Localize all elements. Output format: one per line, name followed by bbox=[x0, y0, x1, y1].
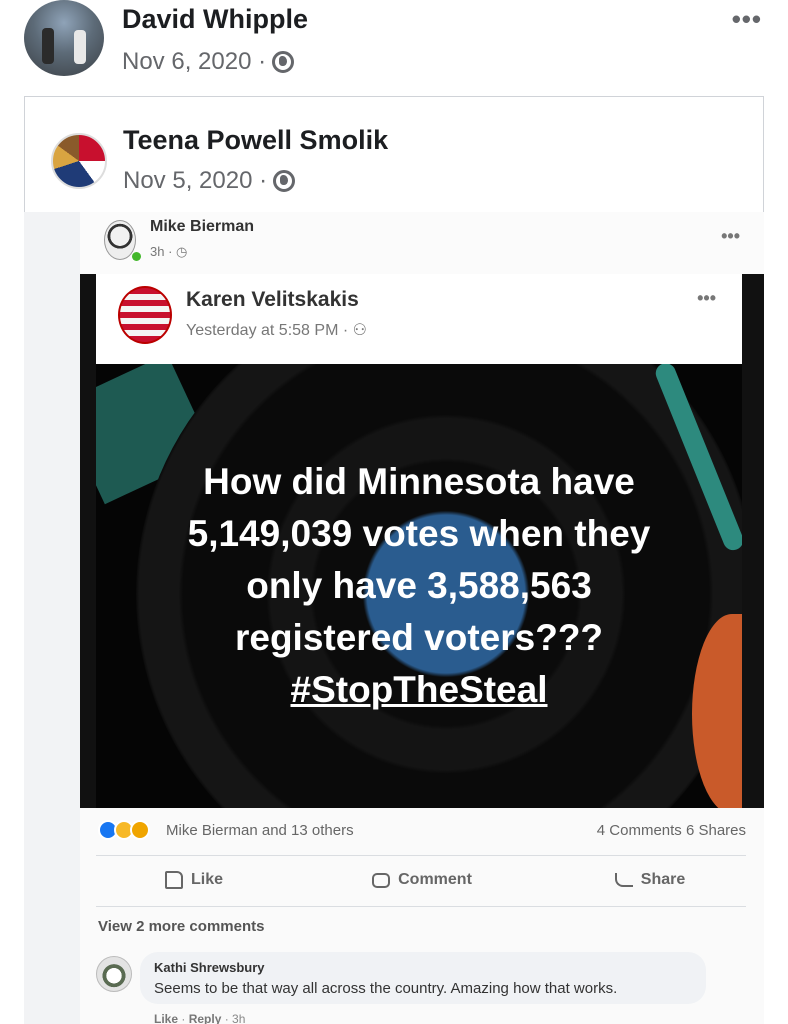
wow-reaction-icon bbox=[130, 820, 150, 840]
screenshot-image: Mike Bierman 3h · ◷ ••• Karen Velitskaki… bbox=[80, 212, 764, 1024]
comment-share-counts: 4 Comments 6 Shares bbox=[596, 822, 746, 839]
comment-like-link: Like bbox=[154, 1012, 179, 1024]
view-more-comments-link: View 2 more comments bbox=[98, 918, 265, 935]
shared-post-meta: Nov 5, 2020 · bbox=[123, 167, 296, 195]
online-status-icon bbox=[132, 252, 141, 261]
comment-item: Kathi Shrewsbury Seems to be that way al… bbox=[96, 952, 756, 1024]
share-arrow-icon bbox=[614, 873, 633, 887]
reposter-time: 3h · ◷ bbox=[150, 244, 188, 259]
more-options-icon: ••• bbox=[721, 226, 740, 246]
person-figure bbox=[74, 30, 86, 64]
avatar[interactable] bbox=[24, 0, 104, 76]
divider bbox=[96, 906, 746, 907]
more-options-icon: ••• bbox=[697, 288, 716, 308]
comment-bubble-icon bbox=[372, 872, 391, 888]
meme-hashtag: #StopTheSteal bbox=[290, 669, 548, 710]
divider bbox=[96, 855, 746, 856]
avatar bbox=[104, 220, 136, 260]
reacted-by-text: Mike Bierman and 13 others bbox=[166, 822, 354, 839]
avatar[interactable] bbox=[51, 133, 107, 189]
post-author-name[interactable]: David Whipple bbox=[122, 4, 308, 35]
comment-reply-link: Reply bbox=[188, 1012, 222, 1024]
person-figure bbox=[42, 28, 54, 64]
comment-author: Kathi Shrewsbury bbox=[154, 960, 265, 975]
shared-post-date[interactable]: Nov 5, 2020 · bbox=[123, 167, 267, 195]
reposter-header: Mike Bierman 3h · ◷ ••• bbox=[80, 212, 764, 274]
shared-photo[interactable]: Mike Bierman 3h · ◷ ••• Karen Velitskaki… bbox=[24, 212, 764, 1024]
more-options-icon[interactable]: ••• bbox=[732, 4, 762, 35]
globe-icon bbox=[273, 170, 296, 192]
shared-post-author-name[interactable]: Teena Powell Smolik bbox=[123, 125, 388, 156]
meme-line: 5,149,039 votes when they bbox=[187, 513, 651, 554]
shared-post-card: Teena Powell Smolik Nov 5, 2020 · bbox=[24, 96, 764, 214]
original-post-time: Yesterday at 5:58 PM · ⚇ bbox=[186, 322, 367, 339]
original-post-header: Karen Velitskakis Yesterday at 5:58 PM ·… bbox=[96, 274, 742, 364]
comment-time: 3h bbox=[232, 1012, 246, 1024]
post-date[interactable]: Nov 6, 2020 · bbox=[122, 48, 266, 76]
meme-line: How did Minnesota have bbox=[203, 461, 635, 502]
reaction-stats-bar: Mike Bierman and 13 others 4 Comments 6 … bbox=[80, 810, 764, 852]
outer-post-header: David Whipple Nov 6, 2020 · ••• bbox=[0, 0, 788, 96]
comment-bubble: Kathi Shrewsbury Seems to be that way al… bbox=[140, 952, 706, 1004]
avatar bbox=[118, 286, 172, 344]
share-label: Share bbox=[640, 871, 686, 888]
comment-text: Seems to be that way all across the coun… bbox=[154, 980, 618, 997]
thumbs-up-icon bbox=[164, 871, 183, 889]
post-action-bar: Like Comment Share bbox=[80, 858, 764, 902]
avatar bbox=[96, 956, 132, 992]
share-button: Share bbox=[536, 858, 764, 902]
original-author-name: Karen Velitskakis bbox=[186, 288, 359, 311]
meme-image: How did Minnesota have 5,149,039 votes w… bbox=[96, 364, 742, 808]
reaction-icons bbox=[98, 820, 150, 840]
original-post-card: Karen Velitskakis Yesterday at 5:58 PM ·… bbox=[80, 274, 764, 808]
meme-line: only have 3,588,563 bbox=[246, 565, 592, 606]
comment-label: Comment bbox=[398, 871, 472, 888]
reposter-name: Mike Bierman bbox=[150, 218, 255, 235]
meme-line: registered voters??? bbox=[234, 617, 604, 658]
like-button: Like bbox=[80, 858, 308, 902]
comment-button: Comment bbox=[308, 858, 536, 902]
comment-meta: Like · Reply · 3h bbox=[154, 1012, 246, 1024]
post-meta: Nov 6, 2020 · bbox=[122, 48, 295, 76]
like-label: Like bbox=[190, 871, 223, 888]
globe-icon bbox=[272, 51, 295, 73]
meme-caption: How did Minnesota have 5,149,039 votes w… bbox=[96, 456, 742, 716]
